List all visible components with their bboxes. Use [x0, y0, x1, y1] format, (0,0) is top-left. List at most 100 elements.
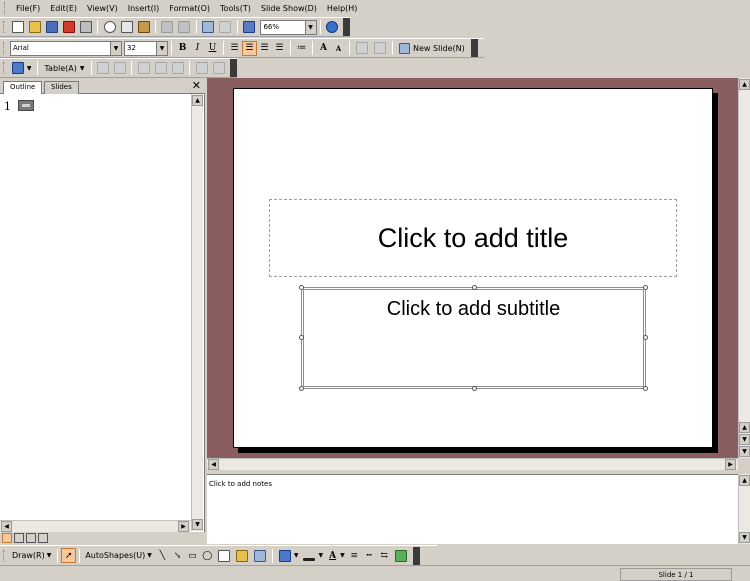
copy-button[interactable] [119, 19, 134, 35]
redo-button[interactable] [177, 19, 192, 35]
new-document-button[interactable] [11, 19, 26, 35]
bold-button[interactable]: B [175, 41, 190, 56]
resize-handle[interactable] [643, 285, 648, 290]
slide-vertical-scrollbar[interactable]: ▲ ▲ ▼ ▼ [738, 78, 750, 458]
outline-vertical-scrollbar[interactable]: ▲ ▼ [191, 94, 203, 531]
insert-picture-button[interactable] [234, 548, 250, 564]
outline-horizontal-scrollbar[interactable]: ◀ ▶ [0, 520, 191, 532]
toolbar-options-handle[interactable] [230, 59, 237, 77]
menu-help[interactable]: Help(H) [322, 4, 363, 13]
next-slide-icon[interactable]: ▼ [739, 434, 750, 445]
toolbar-grip[interactable] [3, 549, 6, 562]
close-icon[interactable]: ✕ [192, 79, 201, 92]
textbox-button[interactable] [216, 548, 232, 564]
resize-handle[interactable] [299, 386, 304, 391]
resize-handle[interactable] [299, 285, 304, 290]
menu-view[interactable]: View(V) [82, 4, 123, 13]
scroll-up-icon[interactable]: ▲ [192, 95, 203, 106]
scroll-left-icon[interactable]: ◀ [208, 459, 219, 470]
draw-menu-button[interactable]: Draw(R) [10, 551, 47, 560]
grid-button[interactable] [242, 19, 257, 35]
line-color-button[interactable] [301, 548, 317, 564]
previous-slide-icon[interactable]: ▲ [739, 422, 750, 433]
dash-style-button[interactable]: ┅ [362, 548, 377, 563]
scroll-up-icon[interactable]: ▲ [739, 79, 750, 90]
rectangle-button[interactable]: ▭ [185, 548, 200, 563]
align-center-button[interactable]: ☰ [242, 40, 257, 56]
slide-layout-button[interactable] [201, 19, 216, 35]
chevron-down-icon[interactable]: ▼ [147, 552, 152, 559]
export-pdf-button[interactable] [62, 19, 77, 35]
subtitle-placeholder[interactable]: Click to add subtitle [299, 285, 648, 391]
resize-handle[interactable] [299, 335, 304, 340]
align-top-button[interactable] [136, 60, 151, 76]
bullets-button[interactable]: ≔ [294, 41, 309, 56]
notes-vertical-scrollbar[interactable]: ▲ ▼ [738, 474, 750, 544]
chevron-down-icon[interactable]: ▼ [340, 552, 345, 559]
scroll-down-icon[interactable]: ▼ [739, 532, 750, 543]
align-right-button[interactable]: ☰ [257, 41, 272, 56]
chevron-down-icon[interactable]: ▼ [294, 552, 299, 559]
toolbar-options-handle[interactable] [343, 18, 350, 36]
font-name-select[interactable]: Arial ▼ [10, 40, 122, 56]
menubar-grip[interactable] [4, 2, 7, 14]
print-button[interactable] [78, 19, 93, 35]
undo-button[interactable] [160, 19, 175, 35]
grow-font-button[interactable]: A [316, 41, 331, 56]
chevron-down-icon[interactable]: ▼ [156, 41, 167, 55]
align-middle-button[interactable] [153, 60, 168, 76]
merge-cells-button[interactable] [96, 60, 111, 76]
toolbar-grip[interactable] [3, 42, 6, 54]
save-button[interactable] [45, 19, 60, 35]
underline-button[interactable]: U [205, 41, 220, 56]
slide-canvas[interactable]: Click to add title Click to add subtitle [233, 88, 713, 448]
line-button[interactable]: ╲ [155, 548, 170, 563]
toolbar-options-handle[interactable] [412, 546, 420, 565]
resize-handle[interactable] [472, 386, 477, 391]
help-button[interactable] [325, 19, 340, 35]
fill-color-button[interactable] [277, 548, 293, 564]
select-objects-button[interactable]: ➚ [61, 548, 77, 563]
split-cells-button[interactable] [113, 60, 128, 76]
tab-outline[interactable]: Outline [3, 81, 43, 94]
title-placeholder[interactable]: Click to add title [269, 199, 677, 277]
menu-tools[interactable]: Tools(T) [215, 4, 256, 13]
slide-horizontal-scrollbar[interactable]: ◀ ▶ [207, 458, 738, 470]
increase-indent-button[interactable] [372, 40, 388, 56]
background-button[interactable] [218, 19, 233, 35]
scroll-up-icon[interactable]: ▲ [739, 475, 750, 486]
menu-insert[interactable]: Insert(I) [123, 4, 165, 13]
notes-view-icon[interactable] [26, 533, 36, 543]
open-button[interactable] [28, 19, 43, 35]
zoom-select[interactable]: 66% ▼ [260, 19, 317, 35]
chevron-down-icon[interactable]: ▼ [318, 552, 323, 559]
new-slide-button[interactable]: New Slide(N) [396, 42, 468, 54]
font-size-select[interactable]: 32 ▼ [124, 40, 168, 56]
chevron-down-icon[interactable]: ▼ [80, 65, 85, 72]
toolbar-grip[interactable] [3, 62, 6, 74]
chevron-down-icon[interactable]: ▼ [304, 20, 316, 34]
slideshow-icon[interactable] [38, 533, 48, 543]
font-color-button[interactable]: A [325, 548, 340, 563]
menu-slide-show[interactable]: Slide Show(D) [256, 4, 322, 13]
autoshapes-menu-button[interactable]: AutoShapes(U) [83, 551, 147, 560]
shrink-font-button[interactable]: A [331, 41, 346, 56]
scroll-down-icon[interactable]: ▼ [192, 519, 203, 530]
menu-format[interactable]: Format(O) [164, 4, 215, 13]
oval-button[interactable]: ◯ [200, 548, 215, 563]
decrease-indent-button[interactable] [354, 40, 370, 56]
notes-pane[interactable]: Click to add notes [207, 474, 738, 544]
chevron-down-icon[interactable]: ▼ [27, 65, 32, 72]
align-bottom-button[interactable] [170, 60, 185, 76]
resize-handle[interactable] [643, 386, 648, 391]
fill-color-button[interactable] [11, 60, 26, 76]
justify-button[interactable]: ☰ [272, 41, 287, 56]
arrow-button[interactable]: ↘ [170, 548, 185, 563]
toolbar-options-handle[interactable] [470, 39, 478, 57]
menu-file[interactable]: File(F) [11, 4, 45, 13]
paste-button[interactable] [136, 19, 151, 35]
cut-button[interactable] [102, 19, 117, 35]
shadow-button[interactable] [393, 548, 409, 564]
normal-view-icon[interactable] [2, 533, 12, 543]
chevron-down-icon[interactable]: ▼ [110, 41, 121, 55]
